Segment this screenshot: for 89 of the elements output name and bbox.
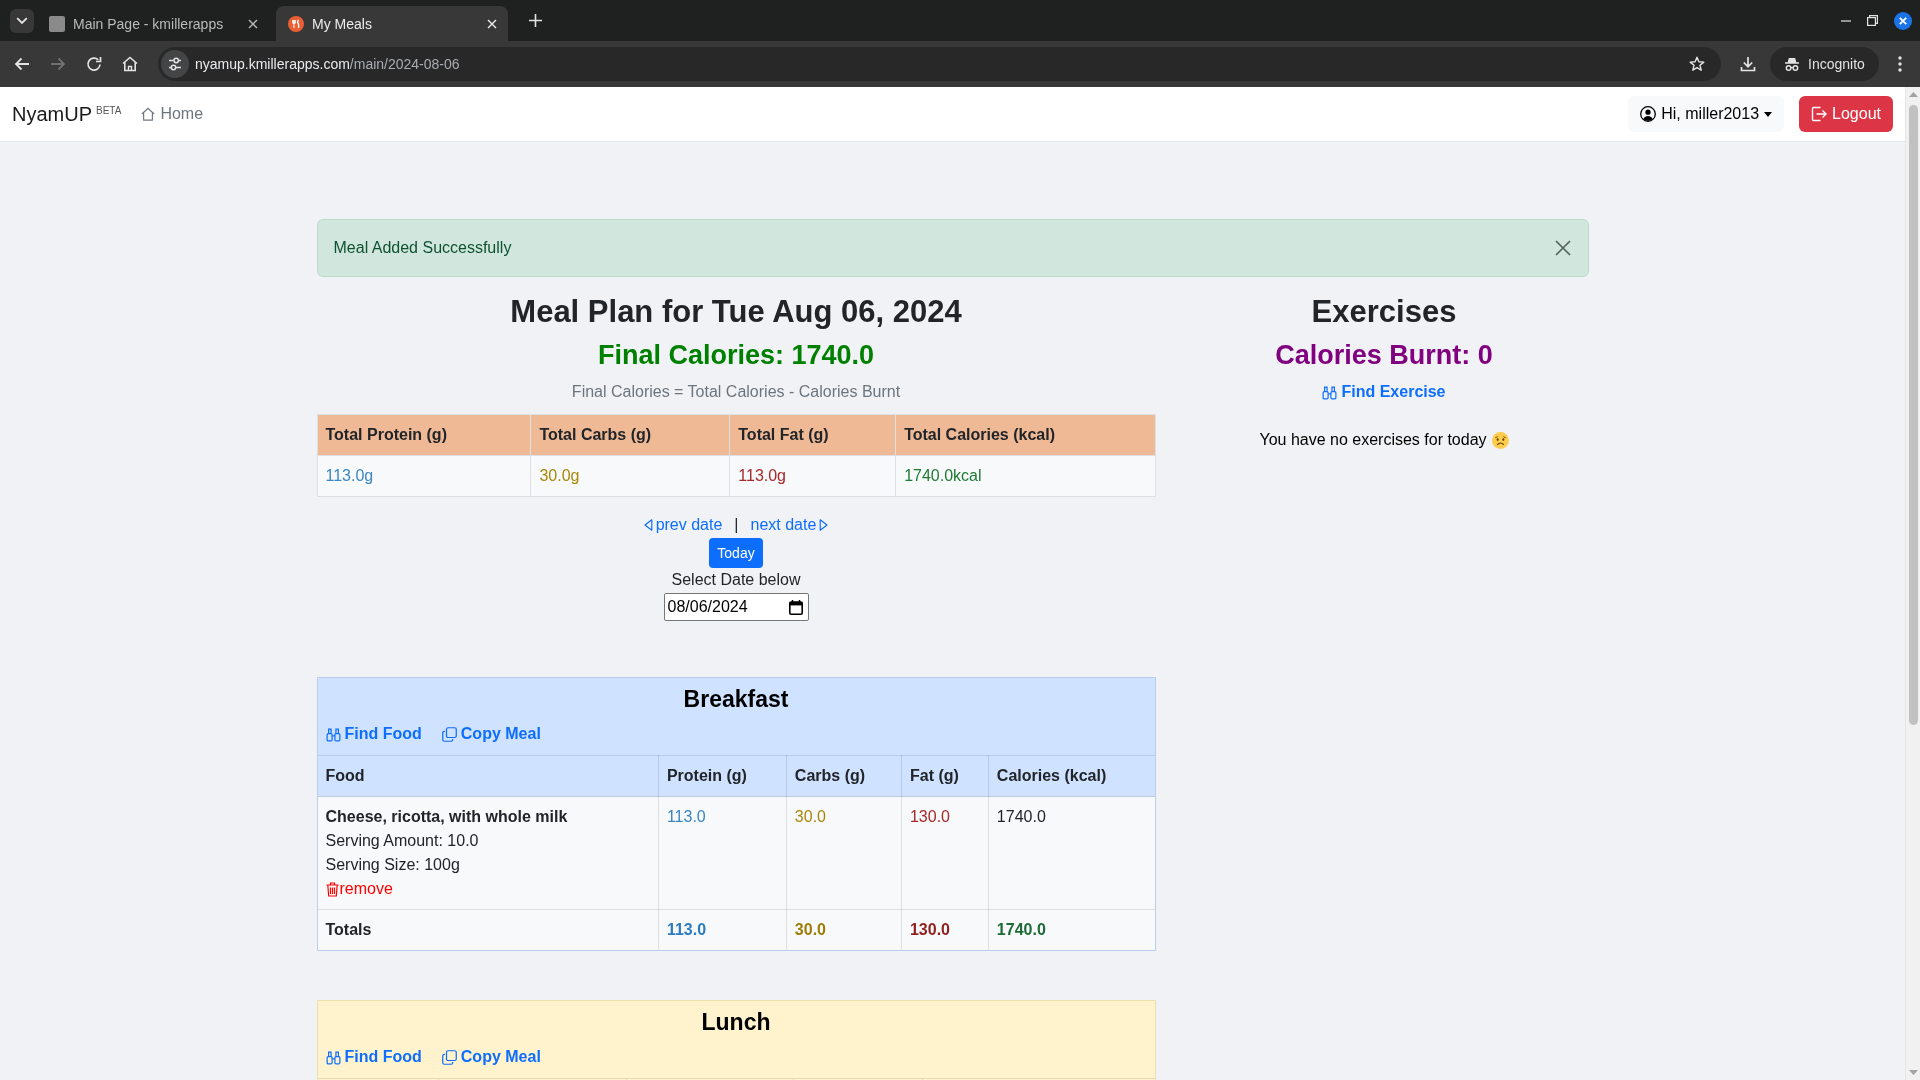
home-icon[interactable] <box>122 56 138 72</box>
back-arrow-icon[interactable] <box>14 56 30 72</box>
url-text: nyamup.kmillerapps.com/main/2024-08-06 <box>195 56 460 72</box>
calories-formula: Final Calories = Total Calories - Calories Burnt <box>570 382 902 402</box>
prev-date-link[interactable]: prev date <box>643 513 723 537</box>
logout-button[interactable]: Logout <box>1799 96 1893 132</box>
browser-tab[interactable]: Main Page - kmillerapps <box>37 6 269 41</box>
close-icon[interactable] <box>248 18 258 29</box>
date-field[interactable]: 08/06/2024 <box>663 593 809 621</box>
meal-title: Lunch <box>700 1008 772 1037</box>
photo-placeholder <box>49 15 65 32</box>
star-icon[interactable] <box>1689 56 1705 72</box>
calendar-icon[interactable] <box>788 599 803 615</box>
table-cell: 1740.0kcal <box>895 455 1155 497</box>
plus-icon[interactable] <box>529 14 542 27</box>
caret-left-icon <box>643 519 653 531</box>
column-header: Total Carbs (g) <box>530 414 730 456</box>
scrollbar-thumb[interactable] <box>1908 105 1918 725</box>
table-cell: 113.0g <box>729 455 896 497</box>
chevron-down-icon <box>16 16 28 25</box>
beta-label: BETA <box>96 105 122 117</box>
box-arrow-icon <box>1811 106 1828 122</box>
trash-icon <box>325 881 339 897</box>
column-header: Total Calories (kcal) <box>895 414 1155 456</box>
column-header: Food <box>317 755 659 797</box>
home-link[interactable]: Home <box>141 105 204 123</box>
separator: | <box>734 515 739 535</box>
serving-amount: Serving Amount: 10.0 <box>325 831 480 851</box>
fork-knife-icon <box>288 15 304 32</box>
food-name: Cheese, ricotta, with whole milk <box>325 807 569 827</box>
copy-meal-link[interactable]: Copy Meal <box>441 722 541 746</box>
brand-link[interactable]: NyamUP <box>12 102 92 125</box>
column-header: Fat (g) <box>901 755 989 797</box>
scrollbar[interactable] <box>1905 87 1920 1080</box>
table-cell: 130.0 <box>901 796 989 910</box>
user-menu-button[interactable]: Hi, miller2013 <box>1628 96 1785 132</box>
table-cell: Totals <box>317 909 659 950</box>
next-date-link[interactable]: next date <box>750 513 829 537</box>
binoculars-icon <box>325 1049 341 1065</box>
address-bar[interactable]: nyamup.kmillerapps.com/main/2024-08-06 <box>158 47 1721 81</box>
minimize-icon[interactable] <box>1841 19 1851 22</box>
download-icon[interactable] <box>1740 56 1756 72</box>
column-header: Calories (kcal) <box>988 755 1155 797</box>
sliders-icon[interactable] <box>161 50 189 78</box>
column-header: Total Fat (g) <box>729 414 896 456</box>
table-cell: 113.0 <box>658 909 787 950</box>
copy-icon <box>441 1049 457 1065</box>
table-cell: 30.0 <box>786 796 902 910</box>
calories-burnt: Calories Burnt: 0 <box>1274 339 1494 372</box>
alert-message: Meal Added Successfully <box>333 238 512 258</box>
empty-message: You have no exercises for today <box>1259 430 1487 450</box>
copy-icon <box>441 726 457 742</box>
table-cell: 30.0 <box>786 909 902 950</box>
home-icon <box>141 107 156 121</box>
select-date-label: Select Date below <box>671 570 801 590</box>
section-title: Exercises <box>1310 293 1458 331</box>
find-food-link[interactable]: Find Food <box>325 1045 422 1069</box>
caret-down-icon <box>1764 111 1773 117</box>
today-button[interactable]: Today <box>709 538 763 568</box>
copy-meal-link[interactable]: Copy Meal <box>441 1045 541 1069</box>
binoculars-icon <box>325 726 341 742</box>
person-circle-icon <box>1640 106 1657 122</box>
tab-list-button[interactable] <box>10 8 34 33</box>
find-exercise-link[interactable]: Find Exercise <box>1322 380 1446 404</box>
hat-glasses-icon <box>1784 56 1800 72</box>
column-header: Carbs (g) <box>786 755 902 797</box>
page-title: Meal Plan for Tue Aug 06, 2024 <box>509 293 963 331</box>
final-calories: Final Calories: 1740.0 <box>596 339 876 372</box>
table-cell: 113.0g <box>317 455 531 497</box>
meal-title: Breakfast <box>682 685 790 714</box>
binoculars-icon <box>1322 384 1338 400</box>
table-cell: 113.0 <box>658 796 787 910</box>
column-header: Total Protein (g) <box>317 414 531 456</box>
browser-tab[interactable]: My Meals <box>276 6 508 41</box>
incognito-indicator[interactable]: Incognito <box>1770 47 1879 81</box>
table-cell: 1740.0 <box>988 796 1155 910</box>
close-icon[interactable] <box>1894 11 1912 30</box>
restore-icon[interactable] <box>1867 15 1878 26</box>
three-dots-icon[interactable] <box>1897 56 1902 72</box>
serving-size: Serving Size: 100g <box>325 855 461 875</box>
table-cell: 30.0g <box>530 455 730 497</box>
sad-face-icon <box>1491 431 1509 449</box>
find-food-link[interactable]: Find Food <box>325 722 422 746</box>
remove-link[interactable]: remove <box>325 877 393 901</box>
caret-right-icon <box>819 519 829 531</box>
reload-icon[interactable] <box>86 56 102 72</box>
column-header: Protein (g) <box>658 755 787 797</box>
table-cell: 130.0 <box>901 909 989 950</box>
table-cell: 1740.0 <box>988 909 1155 950</box>
